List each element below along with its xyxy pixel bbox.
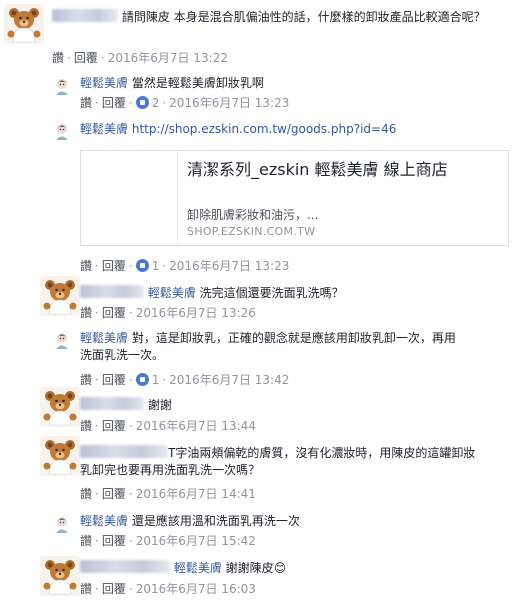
comment-actions: 讚 · 回覆 · 2016年6月7日 13:44 [80, 419, 256, 433]
comment-actions: 讚 · 回覆 · 2016年6月7日 16:03 [80, 582, 256, 596]
comment-text: 還是應該用溫和洗面乳再洗一次 [131, 514, 300, 528]
reply-link[interactable]: 回覆 [102, 534, 126, 548]
reply-link[interactable]: 回覆 [102, 487, 126, 501]
teddy-bear-icon [40, 556, 80, 596]
comment-text: 洗完這個還要洗面乳洗嗎？ [199, 286, 344, 300]
avatar[interactable] [40, 436, 80, 476]
author-name[interactable]: 輕鬆美膚 [80, 122, 128, 136]
mention[interactable]: 輕鬆美膚 [148, 286, 196, 300]
smile-emoji-icon: 😊 [273, 561, 287, 575]
avatar[interactable] [40, 556, 80, 596]
like-link[interactable]: 讚 [80, 582, 92, 596]
like-link[interactable]: 讚 [80, 259, 92, 273]
like-count[interactable]: 2 [152, 96, 160, 110]
comment-actions: 讚 · 回覆 · 2 · 2016年6月7日 13:23 [80, 96, 290, 110]
reply-link[interactable]: 回覆 [102, 259, 126, 273]
comment-body: 謝謝 [80, 397, 172, 414]
like-count[interactable]: 1 [152, 373, 160, 387]
avatar[interactable] [40, 276, 80, 316]
link-thumbnail [81, 151, 178, 245]
like-icon [135, 373, 149, 386]
comment-link[interactable]: http://shop.ezskin.com.tw/goods.php?id=4… [132, 122, 397, 136]
reply-link[interactable]: 回覆 [102, 306, 126, 320]
brand-logo-icon [52, 330, 72, 350]
timestamp[interactable]: 2016年6月7日 14:41 [136, 487, 256, 501]
comment-text: 謝謝陳皮 [225, 561, 274, 575]
timestamp[interactable]: 2016年6月7日 13:23 [169, 96, 289, 110]
comment-body: 請問陳皮 本身是混合肌偏油性的話，什麼樣的卸妝產品比較適合呢？ [52, 9, 514, 26]
reply-link[interactable]: 回覆 [102, 373, 126, 387]
teddy-bear-icon [40, 436, 80, 476]
teddy-bear-icon [4, 4, 44, 44]
reply-link[interactable]: 回覆 [102, 582, 126, 596]
teddy-bear-icon [40, 276, 80, 316]
like-icon [135, 259, 149, 272]
brand-logo-icon [52, 514, 72, 534]
comment-body: T字油兩頰偏乾的膚質，沒有化濃妝時，用陳皮的這罐卸妝乳卸完也要再用洗面乳洗一次嗎… [80, 445, 480, 479]
comment-actions: 讚 · 回覆 · 2016年6月7日 14:41 [80, 487, 256, 501]
redacted-name [80, 445, 168, 458]
author-name[interactable]: 輕鬆美膚 [80, 514, 128, 528]
timestamp[interactable]: 2016年6月7日 13:22 [108, 51, 228, 65]
comment-body: 輕鬆美膚 http://shop.ezskin.com.tw/goods.php… [80, 121, 396, 138]
author-name[interactable]: 輕鬆美膚 [80, 76, 128, 90]
comment-body: 輕鬆美膚 洗完這個還要洗面乳洗嗎？ [80, 285, 344, 302]
teddy-bear-icon [40, 387, 80, 427]
like-link[interactable]: 讚 [80, 419, 92, 433]
comment-body: 輕鬆美膚 還是應該用溫和洗面乳再洗一次 [80, 513, 300, 530]
like-link[interactable]: 讚 [80, 306, 92, 320]
brand-logo-icon [52, 121, 72, 141]
redacted-name [80, 285, 144, 298]
comment-actions: 讚 · 回覆 · 1 · 2016年6月7日 13:42 [80, 373, 290, 387]
comment-actions: 讚 · 回覆 · 2016年6月7日 13:22 [52, 51, 228, 65]
link-domain: SHOP.EZSKIN.COM.TW [187, 225, 316, 238]
comment-text: 謝謝 [147, 398, 172, 412]
comment-actions: 讚 · 回覆 · 2016年6月7日 13:26 [80, 306, 256, 320]
timestamp[interactable]: 2016年6月7日 16:03 [136, 582, 256, 596]
like-link[interactable]: 讚 [80, 487, 92, 501]
avatar[interactable] [52, 330, 72, 350]
like-link[interactable]: 讚 [80, 96, 92, 110]
mention[interactable]: 輕鬆美膚 [174, 561, 222, 575]
comment-body: 輕鬆美膚 謝謝陳皮😊 [80, 560, 286, 577]
link-preview-card[interactable]: 清潔系列_ezskin 輕鬆美膚 線上商店 卸除肌膚彩妝和油污，... SHOP… [80, 150, 509, 246]
link-description: 卸除肌膚彩妝和油污，... [187, 208, 319, 222]
like-count[interactable]: 1 [152, 259, 160, 273]
timestamp[interactable]: 2016年6月7日 13:26 [136, 306, 256, 320]
comment-body: 輕鬆美膚 當然是輕鬆美膚卸妝乳啊 [80, 75, 264, 92]
like-link[interactable]: 讚 [80, 534, 92, 548]
timestamp[interactable]: 2016年6月7日 13:44 [136, 419, 256, 433]
comment-text: 請問陳皮 本身是混合肌偏油性的話，什麼樣的卸妝產品比較適合呢？ [121, 10, 486, 24]
comment-text: 當然是輕鬆美膚卸妝乳啊 [131, 76, 264, 90]
like-icon [135, 96, 149, 109]
redacted-name [52, 9, 118, 22]
reply-link[interactable]: 回覆 [74, 51, 98, 65]
author-name[interactable]: 輕鬆美膚 [80, 331, 128, 345]
reply-link[interactable]: 回覆 [102, 419, 126, 433]
avatar[interactable] [40, 387, 80, 427]
avatar[interactable] [4, 4, 44, 44]
like-link[interactable]: 讚 [52, 51, 64, 65]
comment-actions: 讚 · 回覆 · 2016年6月7日 15:42 [80, 534, 256, 548]
timestamp[interactable]: 2016年6月7日 13:23 [169, 259, 289, 273]
avatar[interactable] [52, 76, 72, 96]
comment-body: 輕鬆美膚 對，這是卸妝乳，正確的觀念就是應該用卸妝乳卸一次，再用洗面乳洗一次。 [80, 330, 465, 364]
timestamp[interactable]: 2016年6月7日 13:42 [169, 373, 289, 387]
avatar[interactable] [52, 121, 72, 141]
comment-actions: 讚 · 回覆 · 1 · 2016年6月7日 13:23 [80, 259, 290, 273]
redacted-name [80, 560, 170, 573]
like-link[interactable]: 讚 [80, 373, 92, 387]
redacted-name [80, 397, 144, 410]
comment-text: 對，這是卸妝乳，正確的觀念就是應該用卸妝乳卸一次，再用洗面乳洗一次。 [80, 331, 456, 362]
timestamp[interactable]: 2016年6月7日 15:42 [136, 534, 256, 548]
link-title[interactable]: 清潔系列_ezskin 輕鬆美膚 線上商店 [187, 159, 502, 180]
reply-link[interactable]: 回覆 [102, 96, 126, 110]
brand-logo-icon [52, 76, 72, 96]
avatar[interactable] [52, 514, 72, 534]
